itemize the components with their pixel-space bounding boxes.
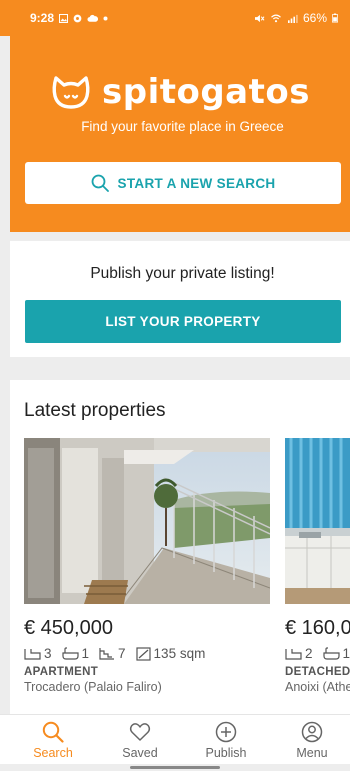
property-location: Anoixi (Athens) bbox=[285, 680, 350, 694]
property-type: DETACHED bbox=[285, 666, 350, 678]
mute-icon bbox=[254, 14, 265, 22]
baths-feature: 1 bbox=[61, 646, 89, 661]
bathtub-icon bbox=[61, 647, 79, 660]
floor-feature: 7 bbox=[99, 646, 126, 661]
nav-item-label: Menu bbox=[296, 746, 328, 760]
latest-properties-title: Latest properties bbox=[24, 400, 166, 421]
status-bar: 9:28 66% bbox=[0, 0, 350, 36]
property-type: APARTMENT bbox=[24, 666, 99, 678]
property-card[interactable]: € 450,000 3 1 7 135 sqm APARTMENT Trocad… bbox=[24, 438, 270, 694]
brand-logo: spitogatos bbox=[50, 72, 310, 112]
brand-tagline: Find your favorite place in Greece bbox=[81, 119, 284, 134]
area-feature: 135 sqm bbox=[135, 646, 205, 661]
plus-circle-icon bbox=[215, 721, 237, 743]
start-new-search-label: START A NEW SEARCH bbox=[117, 175, 276, 191]
nav-item-menu[interactable]: Menu bbox=[277, 721, 347, 760]
property-location: Trocadero (Palaio Faliro) bbox=[24, 680, 162, 694]
latest-properties-section: Latest properties € 450,000 3 1 7 135 sq… bbox=[10, 380, 350, 716]
status-time: 9:28 bbox=[30, 11, 55, 25]
publish-prompt: Publish your private listing! bbox=[90, 265, 275, 282]
bed-icon bbox=[285, 648, 302, 660]
search-icon bbox=[42, 721, 64, 743]
property-photo-balcony bbox=[24, 438, 270, 604]
battery-icon bbox=[332, 13, 338, 23]
nav-item-label: Publish bbox=[205, 746, 247, 760]
property-card[interactable]: € 160,000 2 1 DETACHED Anoixi (Athens) bbox=[285, 438, 350, 694]
property-price: € 160,000 bbox=[285, 617, 350, 639]
brand-name: spitogatos bbox=[102, 72, 310, 112]
rooms-feature: 3 bbox=[24, 646, 52, 661]
bed-icon bbox=[24, 648, 41, 660]
gallery-icon bbox=[59, 13, 69, 23]
area-icon bbox=[135, 646, 151, 661]
soccer-icon bbox=[73, 14, 82, 22]
property-features: 3 1 7 135 sqm bbox=[24, 646, 270, 661]
stairs-icon bbox=[99, 648, 115, 660]
wifi-icon bbox=[271, 14, 281, 22]
property-photo-kitchen bbox=[285, 438, 350, 604]
search-icon bbox=[91, 174, 109, 192]
nav-item-label: Saved bbox=[122, 746, 158, 760]
dot-icon bbox=[103, 16, 108, 20]
bathtub-icon bbox=[322, 647, 340, 660]
start-new-search-button[interactable]: START A NEW SEARCH bbox=[25, 162, 341, 204]
baths-feature: 1 bbox=[322, 646, 350, 661]
list-your-property-button[interactable]: LIST YOUR PROPERTY bbox=[25, 300, 341, 343]
property-features: 2 1 bbox=[285, 646, 350, 661]
hero-section: spitogatos Find your favorite place in G… bbox=[10, 36, 350, 232]
nav-item-search[interactable]: Search bbox=[18, 721, 88, 760]
rooms-feature: 2 bbox=[285, 646, 313, 661]
nav-item-publish[interactable]: Publish bbox=[191, 721, 261, 760]
cloud-icon bbox=[87, 14, 99, 22]
heart-icon bbox=[129, 723, 151, 741]
cat-logo-icon bbox=[52, 76, 90, 109]
bottom-navigation: Search Saved Publish Menu bbox=[0, 714, 350, 764]
nav-item-label: Search bbox=[33, 746, 73, 760]
publish-card: Publish your private listing! LIST YOUR … bbox=[10, 241, 350, 357]
signal-icon bbox=[287, 14, 298, 23]
nav-item-saved[interactable]: Saved bbox=[105, 721, 175, 760]
home-indicator[interactable] bbox=[130, 766, 220, 769]
property-price: € 450,000 bbox=[24, 617, 113, 639]
user-icon bbox=[301, 721, 323, 743]
battery-level: 66% bbox=[302, 11, 327, 25]
